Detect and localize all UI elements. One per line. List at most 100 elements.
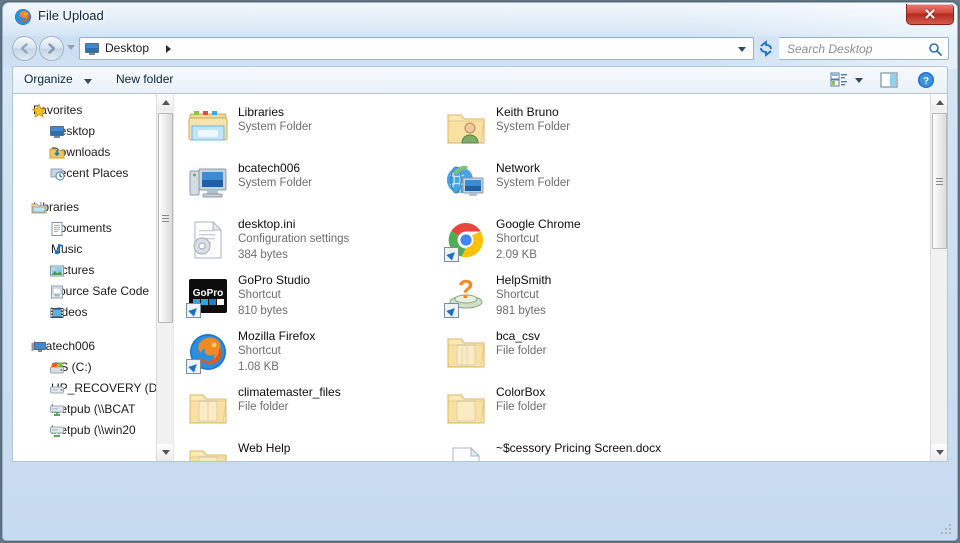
navigation-pane: Favorites Desktop Downloads Recent Place… xyxy=(13,94,173,461)
file-item-web-help[interactable]: Web Help xyxy=(182,436,440,461)
file-list-scrollbar[interactable] xyxy=(930,94,947,461)
file-item-colorbox[interactable]: ColorBox File folder xyxy=(440,380,698,436)
helpsmith-icon: ? xyxy=(444,274,488,318)
address-chevron-down-icon[interactable] xyxy=(738,47,746,52)
file-type: File folder xyxy=(496,345,547,357)
file-item-gopro-studio[interactable]: GoPro GoPro Studio Shortcut 810 bytes xyxy=(182,268,440,324)
view-chevron-down-icon[interactable] xyxy=(855,78,863,83)
sidebar-scrollbar[interactable] xyxy=(156,94,173,461)
file-item-helpsmith[interactable]: ? HelpSmith Shortcut 981 bytes xyxy=(440,268,698,324)
view-options-icon[interactable] xyxy=(829,71,849,89)
preview-pane-icon[interactable] xyxy=(879,71,899,89)
file-item-mozilla-firefox[interactable]: Mozilla Firefox Shortcut 1.08 KB xyxy=(182,324,440,380)
sidebar-item-pictures[interactable]: Pictures xyxy=(13,260,165,281)
file-scroll-thumb[interactable] xyxy=(932,113,947,249)
sidebar-item-hp-recovery[interactable]: HP_RECOVERY (D xyxy=(13,378,165,399)
sidebar-scroll-thumb[interactable] xyxy=(158,113,173,323)
file-name: Libraries xyxy=(238,105,285,119)
network-drive-icon xyxy=(49,423,65,439)
sidebar-scroll-up-button[interactable] xyxy=(157,94,173,111)
firefox-icon xyxy=(186,330,230,374)
sidebar-item-downloads[interactable]: Downloads xyxy=(13,142,165,163)
folder-icon xyxy=(444,386,488,430)
shortcut-overlay-icon xyxy=(444,247,459,262)
file-type: Shortcut xyxy=(238,345,281,357)
organize-chevron-down-icon[interactable] xyxy=(84,79,92,84)
sidebar-item-videos[interactable]: Videos xyxy=(13,302,165,323)
refresh-button[interactable] xyxy=(755,37,777,60)
recent-pages-chevron-down-icon[interactable] xyxy=(67,45,75,50)
file-type: System Folder xyxy=(496,121,571,133)
file-item-bca-csv[interactable]: bca_csv File folder xyxy=(440,324,698,380)
file-item-libraries[interactable]: Libraries System Folder xyxy=(182,100,440,156)
file-upload-dialog: File Upload Desktop Search Desktop Organ… xyxy=(2,2,958,541)
file-scroll-down-button[interactable] xyxy=(931,444,947,461)
file-column-2: Keith Bruno System Folder Network System… xyxy=(440,100,698,461)
sidebar-item-source-safe-code[interactable]: Source Safe Code xyxy=(13,281,165,302)
shortcut-overlay-icon xyxy=(186,359,201,374)
close-button[interactable] xyxy=(906,4,954,25)
navigation-bar: Desktop Search Desktop xyxy=(3,34,957,64)
organize-button[interactable]: Organize xyxy=(24,72,73,86)
file-name: bca_csv xyxy=(496,329,541,343)
gopro-icon: GoPro xyxy=(186,274,230,318)
libraries-folder-icon xyxy=(186,106,230,150)
sidebar-item-documents[interactable]: Documents xyxy=(13,218,165,239)
sidebar-item-desktop[interactable]: Desktop xyxy=(13,121,165,142)
ini-file-icon xyxy=(186,218,230,262)
file-item-google-chrome[interactable]: Google Chrome Shortcut 2.09 KB xyxy=(440,212,698,268)
file-item-keith-bruno[interactable]: Keith Bruno System Folder xyxy=(440,100,698,156)
file-name: HelpSmith xyxy=(496,273,552,287)
sidebar-item-music[interactable]: Music xyxy=(13,239,165,260)
title-bar: File Upload xyxy=(3,3,957,33)
breadcrumb-separator-icon[interactable] xyxy=(166,45,171,53)
sidebar-scroll-down-button[interactable] xyxy=(157,444,173,461)
file-type: File folder xyxy=(496,401,547,413)
sidebar-group-computer[interactable]: bcatech006 xyxy=(13,336,165,357)
file-name: Mozilla Firefox xyxy=(238,329,316,343)
pictures-library-icon xyxy=(49,263,65,279)
help-icon[interactable]: ? xyxy=(917,71,935,89)
file-item-cessory-pricing-screen[interactable]: ~$cessory Pricing Screen.docx xyxy=(440,436,698,461)
sidebar-group-libraries[interactable]: Libraries xyxy=(13,197,165,218)
network-icon xyxy=(444,162,488,206)
file-name: Keith Bruno xyxy=(496,105,559,119)
sidebar-item-os-c[interactable]: OS (C:) xyxy=(13,357,165,378)
network-drive-icon xyxy=(49,402,65,418)
search-input[interactable]: Search Desktop xyxy=(779,37,949,60)
file-item-climatemaster-files[interactable]: climatemaster_files File folder xyxy=(182,380,440,436)
search-icon xyxy=(928,42,942,61)
file-name: desktop.ini xyxy=(238,217,296,231)
firefox-icon xyxy=(14,8,32,26)
new-folder-button[interactable]: New folder xyxy=(116,72,173,86)
address-bar[interactable]: Desktop xyxy=(79,37,754,60)
file-type: Configuration settings xyxy=(238,233,350,245)
refresh-icon xyxy=(755,40,777,64)
file-type: System Folder xyxy=(238,177,313,189)
file-column-1: Libraries System Folder bcatech006 Syste… xyxy=(182,100,440,461)
downloads-folder-icon xyxy=(49,145,65,161)
file-size: 384 bytes xyxy=(238,249,288,261)
search-placeholder: Search Desktop xyxy=(787,42,873,56)
file-name: ~$cessory Pricing Screen.docx xyxy=(496,441,662,455)
docx-file-icon xyxy=(444,442,488,461)
sidebar-item-inetpub-win20[interactable]: inetpub (\\win20 xyxy=(13,420,165,441)
forward-button[interactable] xyxy=(39,36,64,61)
address-text: Desktop xyxy=(105,41,150,55)
user-folder-icon xyxy=(444,106,488,150)
star-icon xyxy=(31,103,47,119)
sidebar-group-favorites[interactable]: Favorites xyxy=(13,100,165,121)
sidebar-item-recent-places[interactable]: Recent Places xyxy=(13,163,165,184)
back-button[interactable] xyxy=(12,36,37,61)
file-size: 2.09 KB xyxy=(496,249,537,261)
file-item-desktop-ini[interactable]: desktop.ini Configuration settings 384 b… xyxy=(182,212,440,268)
file-item-network[interactable]: Network System Folder xyxy=(440,156,698,212)
videos-library-icon xyxy=(49,305,65,321)
resize-grip[interactable] xyxy=(941,524,953,536)
file-item-bcatech006[interactable]: bcatech006 System Folder xyxy=(182,156,440,212)
sidebar-item-inetpub-bcat[interactable]: inetpub (\\BCAT xyxy=(13,399,165,420)
file-scroll-up-button[interactable] xyxy=(931,94,947,111)
shortcut-overlay-icon xyxy=(444,303,459,318)
